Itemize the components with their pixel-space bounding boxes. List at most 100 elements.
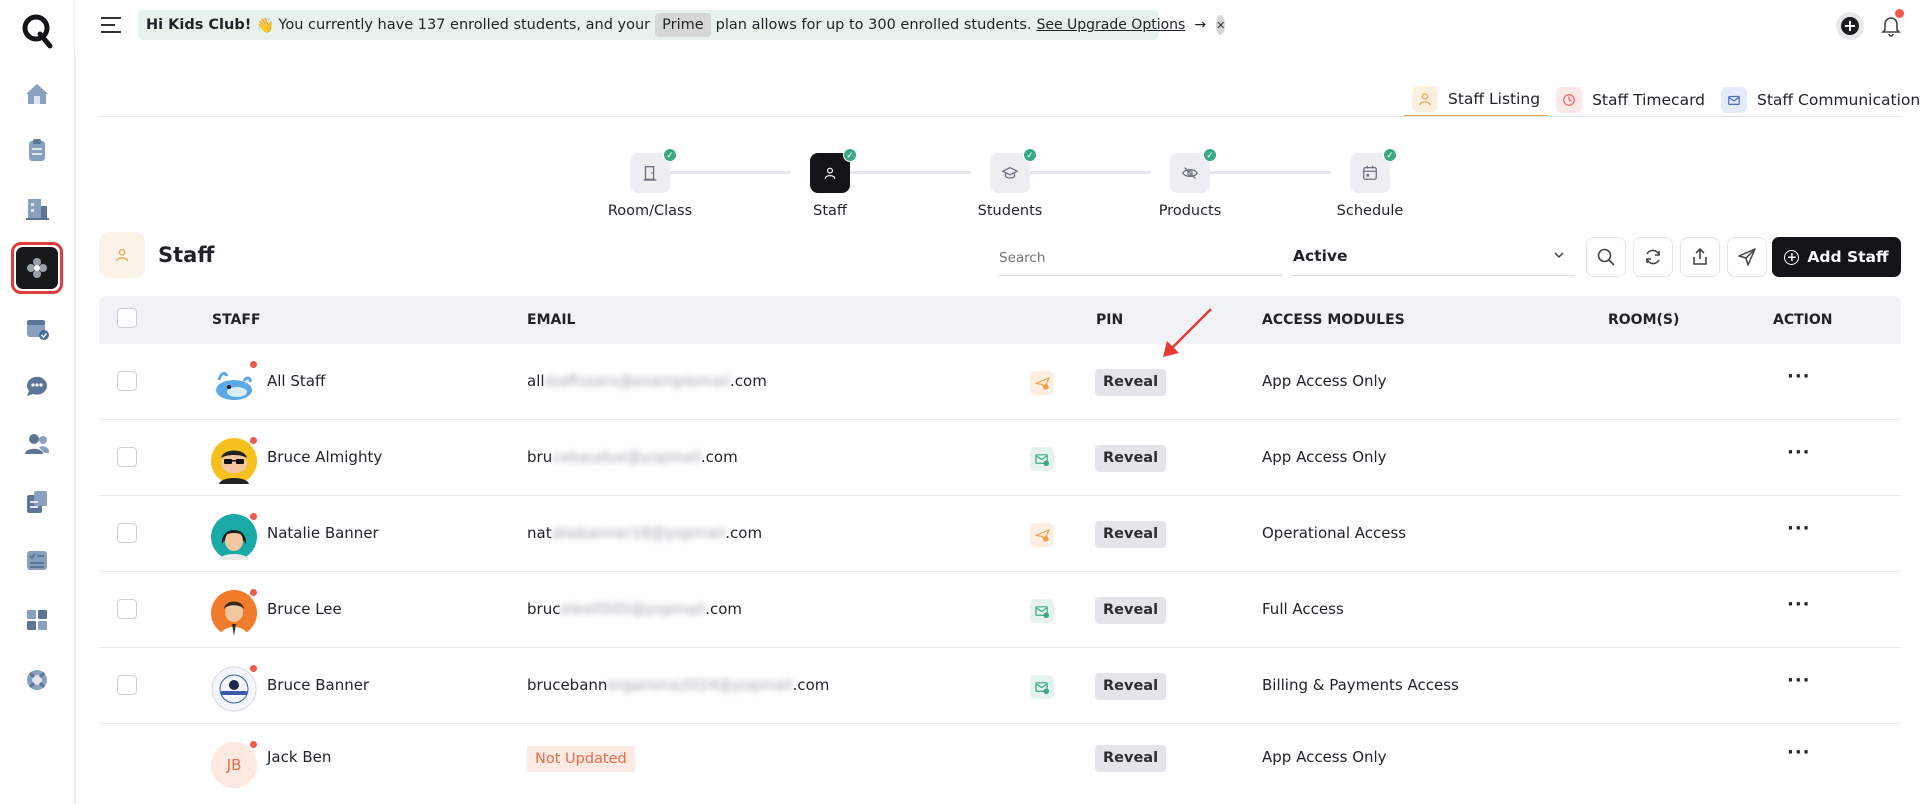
invite-accepted-icon[interactable] — [1030, 447, 1054, 471]
tabs-divider — [99, 116, 1901, 117]
annotation-arrow — [1163, 308, 1212, 357]
invite-sent-icon[interactable] — [1030, 523, 1054, 547]
refresh-icon — [1646, 249, 1660, 265]
calendar-check-icon[interactable] — [11, 302, 63, 354]
help-lifebuoy-icon[interactable] — [11, 654, 63, 706]
reveal-pin-button[interactable]: Reveal — [1095, 445, 1167, 472]
search-button[interactable] — [1586, 237, 1626, 277]
step-room-class[interactable]: ✓ Room/Class — [590, 148, 710, 219]
staff-email: brucebaudue@yopmail.com — [527, 448, 738, 466]
reveal-pin-button[interactable]: Reveal — [1095, 597, 1167, 624]
step-students[interactable]: ✓ Students — [950, 148, 1070, 219]
check-icon: ✓ — [663, 148, 677, 162]
menu-toggle-icon[interactable] — [101, 15, 121, 35]
clock-icon — [1556, 86, 1583, 113]
invite-sent-icon[interactable] — [1030, 371, 1054, 395]
tab-label: Staff Communication — [1757, 90, 1920, 109]
mail-icon — [1721, 86, 1748, 113]
more-actions-icon[interactable]: ··· — [1787, 518, 1811, 539]
tab-staff-listing[interactable]: Staff Listing — [1404, 82, 1549, 117]
row-checkbox[interactable] — [117, 675, 137, 695]
step-label: Staff — [813, 203, 847, 219]
row-checkbox[interactable] — [117, 599, 137, 619]
table-row[interactable]: Bruce Lee brucelee0505@yopmail.com Revea… — [99, 572, 1901, 648]
tab-staff-communication[interactable]: Staff Communication — [1713, 82, 1920, 117]
check-icon: ✓ — [1383, 148, 1397, 162]
enrollment-banner: Hi Kids Club! 👋 You currently have 137 e… — [138, 10, 1226, 40]
chat-icon[interactable] — [11, 360, 63, 412]
calendar-icon: ✓ — [1350, 148, 1397, 193]
table-row[interactable]: Bruce Almighty brucebaudue@yopmail.com R… — [99, 420, 1901, 496]
staff-email: brucelee0505@yopmail.com — [527, 600, 743, 618]
step-staff[interactable]: ✓ Staff — [770, 148, 890, 219]
avatar — [211, 360, 258, 408]
step-label: Schedule — [1336, 203, 1404, 219]
add-staff-button[interactable]: + Add Staff — [1772, 237, 1901, 277]
app-logo[interactable] — [18, 10, 58, 50]
select-all-checkbox[interactable] — [117, 308, 137, 328]
quick-add-button[interactable]: + — [1836, 12, 1864, 40]
sidebar — [0, 0, 75, 804]
checklist-icon[interactable] — [11, 534, 63, 586]
chevron-down-icon — [1553, 249, 1565, 264]
table-row[interactable]: Natalie Banner nataliebanner18@yopmail.c… — [99, 496, 1901, 572]
refresh-button[interactable] — [1633, 237, 1673, 277]
export-button[interactable] — [1680, 237, 1720, 277]
step-schedule[interactable]: ✓ Schedule — [1310, 148, 1430, 219]
more-actions-icon[interactable]: ··· — [1787, 366, 1811, 387]
more-actions-icon[interactable]: ··· — [1787, 442, 1811, 463]
notification-dot — [1895, 9, 1904, 18]
status-dot — [249, 360, 258, 369]
status-dot — [249, 740, 258, 749]
upgrade-options-link[interactable]: See Upgrade Options — [1036, 17, 1185, 33]
search-input[interactable] — [999, 250, 1283, 266]
plan-badge: Prime — [655, 13, 711, 37]
row-checkbox[interactable] — [117, 523, 137, 543]
users-icon[interactable] — [11, 418, 63, 470]
avatar — [211, 588, 258, 636]
tab-staff-timecard[interactable]: Staff Timecard — [1548, 82, 1713, 117]
banner-message-start: You currently have 137 enrolled students… — [278, 17, 651, 33]
reveal-pin-button[interactable]: Reveal — [1095, 745, 1167, 772]
building-icon[interactable] — [11, 183, 63, 235]
table-row[interactable]: Bruce Banner brucebannergamma2024@yopmai… — [99, 648, 1901, 724]
send-button[interactable] — [1727, 237, 1767, 277]
settings-gear-icon[interactable] — [11, 242, 63, 294]
invite-accepted-icon[interactable] — [1030, 599, 1054, 623]
staff-user-icon — [99, 232, 145, 278]
banner-greeting: Hi Kids Club! — [146, 17, 252, 33]
staff-tabs: Staff Listing Staff Timecard Staff Commu… — [1404, 82, 1920, 117]
row-checkbox[interactable] — [117, 371, 137, 391]
reveal-pin-button[interactable]: Reveal — [1095, 521, 1167, 548]
staff-table: STAFF EMAIL PIN ACCESS MODULES ROOM(S) A… — [99, 296, 1901, 800]
staff-name[interactable]: Bruce Lee — [267, 600, 342, 618]
status-filter-select[interactable]: Active — [1291, 242, 1575, 276]
staff-name[interactable]: All Staff — [267, 372, 325, 390]
table-row[interactable]: All Staff allstaffusers@examplemail.com … — [99, 344, 1901, 420]
staff-name[interactable]: Jack Ben — [267, 748, 331, 766]
documents-icon[interactable] — [11, 476, 63, 528]
status-filter-value: Active — [1293, 247, 1348, 265]
staff-name[interactable]: Bruce Almighty — [267, 448, 382, 466]
staff-name[interactable]: Bruce Banner — [267, 676, 369, 694]
reveal-pin-button[interactable]: Reveal — [1095, 673, 1167, 700]
status-dot — [249, 664, 258, 673]
more-actions-icon[interactable]: ··· — [1787, 742, 1811, 763]
step-products[interactable]: ✓ Products — [1130, 148, 1250, 219]
clipboard-icon[interactable] — [11, 124, 63, 176]
more-actions-icon[interactable]: ··· — [1787, 670, 1811, 691]
search-field[interactable] — [999, 242, 1283, 276]
row-checkbox[interactable] — [117, 447, 137, 467]
reveal-pin-button[interactable]: Reveal — [1095, 369, 1167, 396]
access-modules: App Access Only — [1262, 448, 1387, 466]
more-actions-icon[interactable]: ··· — [1787, 594, 1811, 615]
arrow-right-icon[interactable]: → — [1194, 17, 1206, 33]
dashboard-grid-icon[interactable] — [11, 594, 63, 646]
home-icon[interactable] — [11, 68, 63, 120]
table-row[interactable]: JB Jack Ben Not Updated Reveal App Acces… — [99, 724, 1901, 800]
staff-name[interactable]: Natalie Banner — [267, 524, 379, 542]
invite-accepted-icon[interactable] — [1030, 675, 1054, 699]
header-pin: PIN — [1096, 312, 1124, 328]
step-label: Products — [1158, 203, 1222, 219]
access-modules: Billing & Payments Access — [1262, 676, 1459, 694]
